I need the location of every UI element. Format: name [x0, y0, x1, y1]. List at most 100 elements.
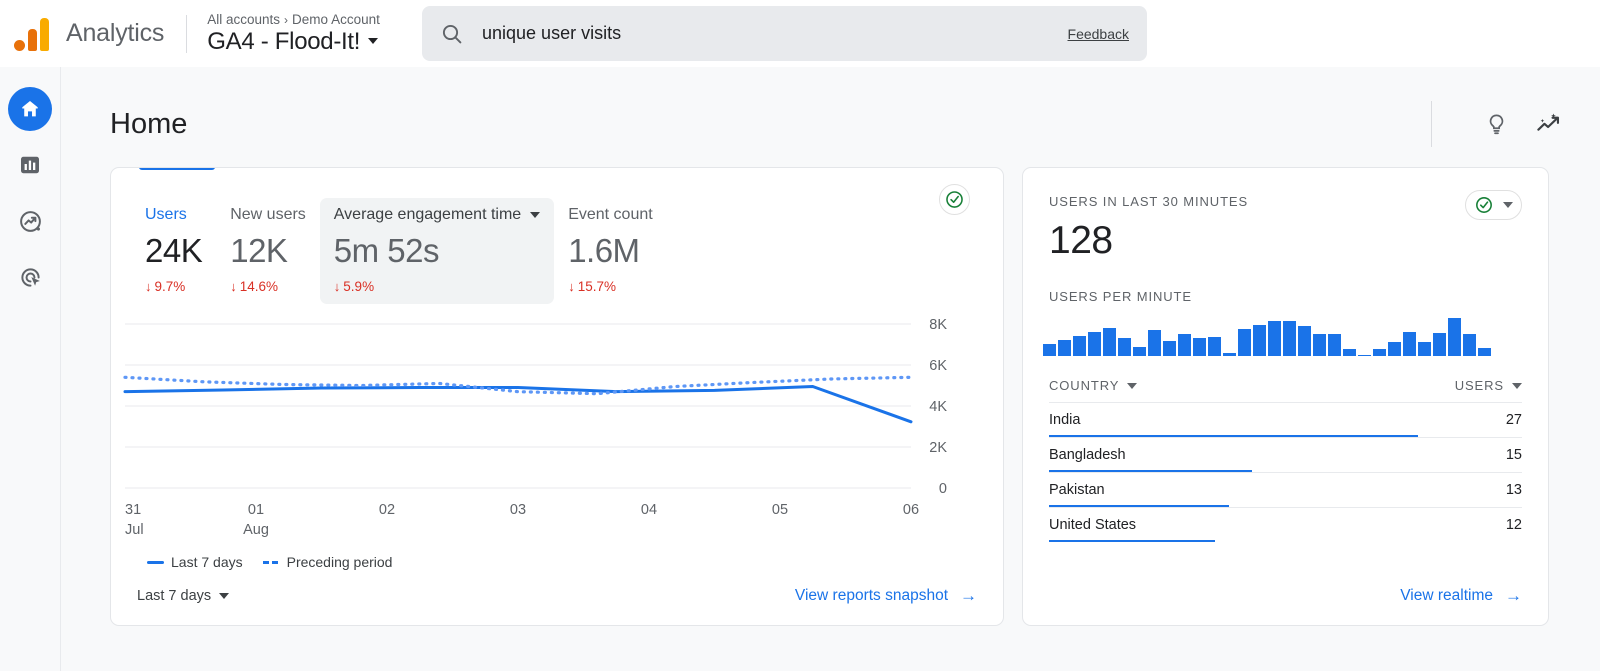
- table-row[interactable]: Pakistan 13: [1049, 472, 1522, 507]
- chevron-down-icon: [1502, 202, 1513, 208]
- view-reports-snapshot-link[interactable]: View reports snapshot →: [795, 586, 977, 606]
- users-per-minute-bar: [1433, 332, 1446, 356]
- sidebar-item-advertising[interactable]: [8, 255, 52, 299]
- chevron-down-icon: [1127, 382, 1138, 389]
- country-table: COUNTRY USERS India 27 Bangladesh 15 Pakista…: [1023, 368, 1548, 542]
- country-users-value: 15: [1505, 447, 1522, 463]
- table-row[interactable]: India 27: [1049, 402, 1522, 437]
- metric-delta: ↓ 9.7%: [145, 279, 202, 294]
- metric-delta: ↓ 15.7%: [568, 279, 653, 294]
- users-per-minute-bar: [1163, 341, 1176, 356]
- users-per-minute-bar: [1298, 326, 1311, 356]
- metric-label: Event count: [568, 206, 653, 223]
- users-per-minute-bar: [1073, 335, 1086, 356]
- arrow-right-icon: →: [960, 586, 977, 605]
- metric-delta-value: 14.6%: [239, 279, 278, 294]
- advertising-target-icon: [20, 267, 40, 287]
- realtime-card: USERS IN LAST 30 MINUTES 128 USERS PER M…: [1022, 167, 1549, 626]
- realtime-user-count: 128: [1049, 219, 1113, 262]
- users-per-minute-bar: [1193, 338, 1206, 356]
- sidebar-item-home[interactable]: [8, 87, 52, 131]
- sidebar-item-reports[interactable]: [8, 143, 52, 187]
- breadcrumb-all-accounts[interactable]: All accounts: [207, 12, 280, 27]
- metric-event-count[interactable]: Event count 1.6M ↓ 15.7%: [554, 198, 667, 304]
- account-selector[interactable]: All accounts › Demo Account GA4 - Flood-It…: [207, 12, 380, 55]
- users-per-minute-bar: [1403, 331, 1416, 356]
- country-table-body: India 27 Bangladesh 15 Pakistan 13 United Stat…: [1049, 402, 1522, 542]
- metric-average-engagement-time[interactable]: Average engagement time 5m 52s ↓ 5.9%: [319, 198, 555, 304]
- view-realtime-label: View realtime: [1400, 587, 1493, 604]
- date-range-selector[interactable]: Last 7 days: [137, 588, 230, 604]
- search-icon: [442, 24, 462, 43]
- users-per-minute-bar: [1238, 328, 1251, 356]
- users-per-minute-bar: [1283, 320, 1296, 356]
- line-chart[interactable]: 0 2K 4K 6K 8K 31 Jul 01 Aug 02 03 04 05 06: [111, 310, 1003, 550]
- users-per-minute-bar: [1313, 334, 1326, 356]
- column-header-users-label: USERS: [1454, 378, 1504, 393]
- metric-label: New users: [230, 206, 306, 223]
- country-name: Bangladesh: [1049, 447, 1126, 463]
- property-name-label: GA4 - Flood-It!: [207, 27, 361, 55]
- users-per-minute-bar: [1343, 349, 1356, 356]
- country-users-value: 13: [1505, 482, 1522, 498]
- analytics-logo-icon[interactable]: [14, 17, 49, 51]
- column-header-country[interactable]: COUNTRY: [1049, 378, 1138, 393]
- chevron-down-icon[interactable]: [530, 212, 541, 218]
- header-divider: [186, 14, 188, 53]
- search-input[interactable]: [482, 23, 1068, 44]
- metric-label: Users: [145, 206, 187, 223]
- realtime-status-badge[interactable]: [1465, 190, 1522, 220]
- data-status-badge[interactable]: [939, 184, 970, 215]
- metric-new-users[interactable]: New users 12K ↓ 14.6%: [216, 198, 320, 304]
- svg-text:03: 03: [510, 502, 526, 518]
- arrow-down-icon: ↓: [230, 279, 237, 294]
- view-reports-snapshot-label: View reports snapshot: [794, 587, 948, 604]
- table-row[interactable]: Bangladesh 15: [1049, 437, 1522, 472]
- page-header: Home: [61, 67, 1600, 147]
- svg-text:04: 04: [641, 502, 657, 518]
- country-table-header: COUNTRY USERS: [1049, 368, 1522, 402]
- users-per-minute-bar: [1088, 331, 1101, 356]
- users-per-minute-bar: [1268, 320, 1281, 356]
- home-icon: [22, 101, 38, 117]
- search-bar[interactable]: Feedback: [422, 6, 1147, 61]
- chevron-down-icon: [1512, 382, 1522, 389]
- svg-text:31: 31: [125, 502, 141, 518]
- metric-delta-value: 15.7%: [577, 279, 616, 294]
- sidebar-item-explore[interactable]: [8, 199, 52, 243]
- feedback-link[interactable]: Feedback: [1068, 26, 1129, 42]
- arrow-down-icon: ↓: [333, 279, 341, 294]
- users-per-minute-bar: [1178, 334, 1191, 356]
- arrow-down-icon: ↓: [145, 279, 152, 294]
- insights-button[interactable]: [1484, 112, 1509, 137]
- date-range-label: Last 7 days: [137, 588, 212, 604]
- users-per-minute-bar: [1133, 346, 1146, 356]
- sparkle-trend-icon: [1537, 112, 1560, 131]
- realtime-header: USERS IN LAST 30 MINUTES 128 USERS PER M…: [1023, 168, 1548, 304]
- column-header-users[interactable]: USERS: [1455, 378, 1522, 393]
- svg-text:4K: 4K: [929, 399, 947, 415]
- svg-text:8K: 8K: [929, 317, 947, 333]
- users-per-minute-chart[interactable]: [1043, 318, 1491, 356]
- property-name[interactable]: GA4 - Flood-It!: [207, 28, 380, 56]
- legend-dashed-swatch-icon: [262, 560, 280, 564]
- svg-text:Aug: Aug: [243, 522, 269, 538]
- table-row[interactable]: United States 12: [1049, 507, 1522, 542]
- metric-users[interactable]: Users 24K ↓ 9.7%: [131, 198, 216, 304]
- line-chart-svg: 0 2K 4K 6K 8K 31 Jul 01 Aug 02 03 04 05 06: [123, 317, 947, 538]
- users-per-minute-bar: [1208, 337, 1221, 356]
- users-per-minute-bar: [1043, 343, 1056, 356]
- breadcrumb-account[interactable]: Demo Account: [292, 12, 380, 27]
- svg-text:6K: 6K: [929, 358, 947, 374]
- users-per-minute-bar: [1388, 342, 1401, 356]
- legend-solid-swatch-icon: [147, 560, 164, 564]
- analytics-intelligence-button[interactable]: [1535, 111, 1562, 138]
- arrow-down-icon: ↓: [568, 279, 575, 294]
- users-per-minute-bar: [1418, 342, 1431, 356]
- realtime-card-footer: View realtime →: [1023, 567, 1548, 625]
- users-per-minute-bar: [1373, 349, 1386, 356]
- view-realtime-link[interactable]: View realtime →: [1400, 586, 1522, 606]
- metrics-strip: Users 24K ↓ 9.7% New users 12K ↓ 14.6% A…: [111, 168, 1003, 304]
- svg-text:01: 01: [248, 502, 264, 518]
- main-content: Home Users 24K ↓ 9.7% New users 12K ↓ 14…: [61, 67, 1600, 671]
